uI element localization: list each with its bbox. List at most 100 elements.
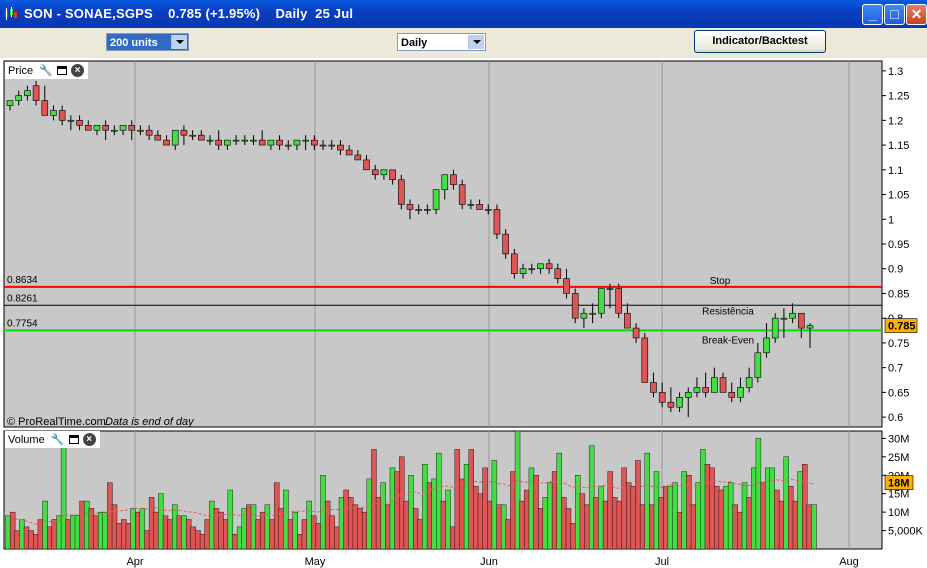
volume-bar <box>686 475 692 550</box>
y-axis-label: 0.95 <box>888 239 909 251</box>
candle-body <box>380 169 388 176</box>
volume-bar <box>102 511 108 550</box>
volume-bar <box>375 497 382 550</box>
volume-bar <box>723 486 729 550</box>
volume-bar <box>644 452 650 550</box>
level-line-value: 0.7754 <box>7 318 38 329</box>
close-panel-icon[interactable]: × <box>71 64 85 77</box>
candle-body <box>337 144 344 151</box>
volume-bar <box>394 471 400 550</box>
volume-bar <box>732 504 738 550</box>
volume-bar <box>287 519 294 550</box>
volume-bar <box>311 515 317 550</box>
volume-bar <box>232 534 238 550</box>
volume-bar <box>380 482 386 550</box>
volume-bar <box>422 463 428 550</box>
period-select[interactable]: Daily <box>397 33 486 51</box>
volume-bar <box>542 497 549 550</box>
candle-body <box>737 387 744 398</box>
candle-body <box>650 382 657 393</box>
minimize-button[interactable]: _ <box>862 4 883 25</box>
volume-bar <box>399 456 405 550</box>
volume-bar <box>352 504 359 550</box>
candle-body <box>250 139 257 142</box>
units-select[interactable]: 200 units <box>106 33 189 51</box>
indicator-backtest-button[interactable]: Indicator/Backtest <box>694 30 826 53</box>
candle-body <box>406 204 414 210</box>
volume-bar <box>97 511 104 550</box>
candle-body <box>693 387 701 393</box>
price-panel-header: Price 🔧 × <box>5 62 89 79</box>
volume-bar <box>700 449 706 550</box>
volume-bar <box>672 482 678 550</box>
volume-bar <box>487 500 493 550</box>
candle-body <box>415 209 422 211</box>
candle-body <box>528 268 536 271</box>
volume-bar <box>42 500 48 550</box>
volume-bar <box>366 478 373 550</box>
volume-bar <box>519 500 525 550</box>
chevron-down-icon[interactable] <box>171 35 187 49</box>
chevron-down-icon[interactable] <box>468 35 484 49</box>
candle-body <box>702 387 709 393</box>
volume-bar <box>593 497 599 550</box>
candle-body <box>363 159 370 171</box>
candle-body <box>58 110 66 121</box>
volume-bar <box>306 500 312 550</box>
close-button[interactable]: ✕ <box>906 4 927 25</box>
volume-bar <box>806 504 813 550</box>
volume-bar <box>709 467 715 550</box>
volume-bar <box>172 504 178 550</box>
volume-bar <box>167 519 173 550</box>
volume-bar <box>412 508 419 550</box>
volume-bar <box>301 519 308 550</box>
volume-bar <box>449 526 456 550</box>
volume-bar <box>79 500 85 550</box>
volume-bar <box>28 530 34 550</box>
candle-body <box>154 134 162 141</box>
volume-bar <box>639 504 646 550</box>
volume-bar <box>260 511 266 550</box>
wrench-icon[interactable]: 🔧 <box>51 433 65 447</box>
volume-bar <box>797 471 803 550</box>
candle-body <box>424 209 431 211</box>
volume-bar <box>9 511 16 550</box>
candle-body <box>598 288 605 314</box>
volume-bar <box>130 508 136 550</box>
candle-body <box>267 139 275 146</box>
candle-body <box>215 139 222 146</box>
volume-bar <box>88 508 95 550</box>
volume-bar <box>255 519 261 550</box>
candle-body <box>728 392 736 398</box>
candle-body <box>632 327 640 339</box>
volume-bar <box>148 497 155 550</box>
candle-body <box>389 169 396 181</box>
volume-bar <box>454 449 461 550</box>
candle-body <box>432 189 440 210</box>
candle-body <box>684 392 692 398</box>
wrench-icon[interactable]: 🔧 <box>39 64 53 78</box>
window-icon[interactable] <box>68 435 79 444</box>
close-panel-icon[interactable]: × <box>82 433 96 446</box>
y-axis-label: 0.6 <box>888 412 903 424</box>
price-panel-title: Price <box>8 64 34 77</box>
candle-body <box>450 174 457 185</box>
candle-body <box>580 312 588 319</box>
candle-body <box>606 288 614 290</box>
candle-body <box>667 401 675 408</box>
candle-body <box>32 85 40 101</box>
candlestick-app-icon <box>5 7 17 20</box>
candle-body <box>476 204 483 210</box>
window-icon[interactable] <box>57 66 68 75</box>
volume-bar <box>579 493 586 550</box>
volume-bar <box>602 500 609 550</box>
maximize-button[interactable]: □ <box>884 4 905 25</box>
volume-axis-label: 10M <box>888 507 909 519</box>
price-plot-area <box>3 60 883 428</box>
data-note: Data is end of day <box>105 416 195 428</box>
volume-bar <box>547 482 553 550</box>
volume-bar <box>524 489 530 550</box>
volume-bar <box>269 519 275 550</box>
candle-body <box>624 312 631 329</box>
candle-body <box>15 95 22 101</box>
